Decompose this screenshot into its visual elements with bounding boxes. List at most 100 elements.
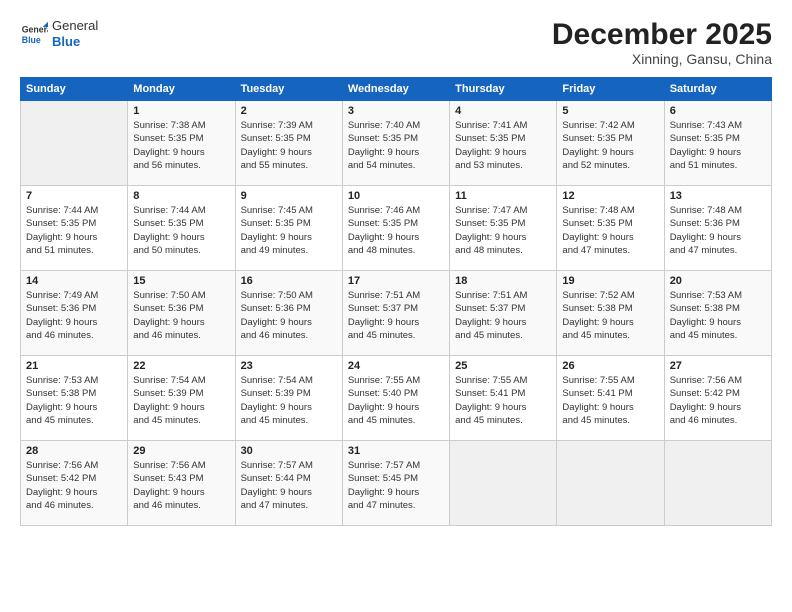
table-row: 13Sunrise: 7:48 AMSunset: 5:36 PMDayligh… [664, 186, 771, 271]
calendar-week-1: 1 Sunrise: 7:38 AMSunset: 5:35 PMDaylight… [21, 101, 772, 186]
calendar-week-3: 14 Sunrise: 7:49 AMSunset: 5:36 PMDayligh… [21, 271, 772, 356]
table-row: 28 Sunrise: 7:56 AMSunset: 5:42 PMDayligh… [21, 441, 128, 526]
table-row: 24 Sunrise: 7:55 AMSunset: 5:40 PMDayligh… [342, 356, 449, 441]
logo-general-text: General [52, 18, 98, 34]
table-row: 15Sunrise: 7:50 AMSunset: 5:36 PMDayligh… [128, 271, 235, 356]
table-row [557, 441, 664, 526]
day-info: Sunrise: 7:54 AMSunset: 5:39 PMDaylight:… [133, 374, 229, 427]
day-number: 26 [562, 360, 658, 372]
table-row [450, 441, 557, 526]
day-number: 22 [133, 360, 229, 372]
day-info: Sunrise: 7:55 AMSunset: 5:40 PMDaylight:… [348, 374, 444, 427]
day-info: Sunrise: 7:47 AMSunset: 5:35 PMDaylight:… [455, 204, 551, 257]
day-number: 12 [562, 190, 658, 202]
day-info: Sunrise: 7:56 AMSunset: 5:43 PMDaylight:… [133, 459, 229, 512]
table-row: 8 Sunrise: 7:44 AMSunset: 5:35 PMDaylight… [128, 186, 235, 271]
table-row: 10 Sunrise: 7:46 AMSunset: 5:35 PMDayligh… [342, 186, 449, 271]
day-info: Sunrise: 7:53 AMSunset: 5:38 PMDaylight:… [26, 374, 122, 427]
day-number: 1 [133, 105, 229, 117]
day-info: Sunrise: 7:51 AMSunset: 5:37 PMDaylight:… [348, 289, 444, 342]
table-row [21, 101, 128, 186]
day-number: 19 [562, 275, 658, 287]
day-number: 14 [26, 275, 122, 287]
table-row: 6 Sunrise: 7:43 AMSunset: 5:35 PMDaylight… [664, 101, 771, 186]
day-number: 11 [455, 190, 551, 202]
day-number: 9 [241, 190, 337, 202]
table-row: 7 Sunrise: 7:44 AMSunset: 5:35 PMDaylight… [21, 186, 128, 271]
day-info: Sunrise: 7:55 AMSunset: 5:41 PMDaylight:… [455, 374, 551, 427]
col-sunday: Sunday [21, 78, 128, 101]
table-row: 26 Sunrise: 7:55 AMSunset: 5:41 PMDayligh… [557, 356, 664, 441]
day-info: Sunrise: 7:48 AMSunset: 5:35 PMDaylight:… [562, 204, 658, 257]
table-row: 3Sunrise: 7:40 AMSunset: 5:35 PMDaylight… [342, 101, 449, 186]
calendar-week-2: 7 Sunrise: 7:44 AMSunset: 5:35 PMDaylight… [21, 186, 772, 271]
col-friday: Friday [557, 78, 664, 101]
day-number: 10 [348, 190, 444, 202]
day-number: 17 [348, 275, 444, 287]
day-info: Sunrise: 7:51 AMSunset: 5:37 PMDaylight:… [455, 289, 551, 342]
table-row: 2 Sunrise: 7:39 AMSunset: 5:35 PMDaylight… [235, 101, 342, 186]
title-block: December 2025 Xinning, Gansu, China [552, 18, 772, 67]
day-info: Sunrise: 7:55 AMSunset: 5:41 PMDaylight:… [562, 374, 658, 427]
table-row [664, 441, 771, 526]
table-row: 18Sunrise: 7:51 AMSunset: 5:37 PMDayligh… [450, 271, 557, 356]
header-row: Sunday Monday Tuesday Wednesday Thursday… [21, 78, 772, 101]
day-number: 6 [670, 105, 766, 117]
day-number: 15 [133, 275, 229, 287]
day-info: Sunrise: 7:40 AMSunset: 5:35 PMDaylight:… [348, 119, 444, 172]
day-info: Sunrise: 7:44 AMSunset: 5:35 PMDaylight:… [133, 204, 229, 257]
calendar-subtitle: Xinning, Gansu, China [552, 51, 772, 67]
table-row: 1 Sunrise: 7:38 AMSunset: 5:35 PMDaylight… [128, 101, 235, 186]
day-info: Sunrise: 7:49 AMSunset: 5:36 PMDaylight:… [26, 289, 122, 342]
logo: General Blue General Blue [20, 18, 98, 49]
day-number: 24 [348, 360, 444, 372]
table-row: 29 Sunrise: 7:56 AMSunset: 5:43 PMDayligh… [128, 441, 235, 526]
day-number: 8 [133, 190, 229, 202]
day-info: Sunrise: 7:53 AMSunset: 5:38 PMDaylight:… [670, 289, 766, 342]
day-info: Sunrise: 7:50 AMSunset: 5:36 PMDaylight:… [241, 289, 337, 342]
table-row: 31Sunrise: 7:57 AMSunset: 5:45 PMDayligh… [342, 441, 449, 526]
day-info: Sunrise: 7:57 AMSunset: 5:45 PMDaylight:… [348, 459, 444, 512]
day-number: 30 [241, 445, 337, 457]
logo-icon: General Blue [20, 20, 48, 48]
day-info: Sunrise: 7:56 AMSunset: 5:42 PMDaylight:… [26, 459, 122, 512]
day-number: 20 [670, 275, 766, 287]
calendar-page: General Blue General Blue December 2025 … [0, 0, 792, 612]
col-monday: Monday [128, 78, 235, 101]
col-wednesday: Wednesday [342, 78, 449, 101]
day-number: 28 [26, 445, 122, 457]
day-info: Sunrise: 7:43 AMSunset: 5:35 PMDaylight:… [670, 119, 766, 172]
day-number: 7 [26, 190, 122, 202]
day-info: Sunrise: 7:57 AMSunset: 5:44 PMDaylight:… [241, 459, 337, 512]
day-info: Sunrise: 7:56 AMSunset: 5:42 PMDaylight:… [670, 374, 766, 427]
day-number: 29 [133, 445, 229, 457]
table-row: 21Sunrise: 7:53 AMSunset: 5:38 PMDayligh… [21, 356, 128, 441]
day-info: Sunrise: 7:39 AMSunset: 5:35 PMDaylight:… [241, 119, 337, 172]
table-row: 14 Sunrise: 7:49 AMSunset: 5:36 PMDayligh… [21, 271, 128, 356]
table-row: 23Sunrise: 7:54 AMSunset: 5:39 PMDayligh… [235, 356, 342, 441]
svg-text:Blue: Blue [22, 34, 41, 44]
day-info: Sunrise: 7:38 AMSunset: 5:35 PMDaylight:… [133, 119, 229, 172]
calendar-table: Sunday Monday Tuesday Wednesday Thursday… [20, 77, 772, 526]
col-thursday: Thursday [450, 78, 557, 101]
day-number: 2 [241, 105, 337, 117]
day-info: Sunrise: 7:54 AMSunset: 5:39 PMDaylight:… [241, 374, 337, 427]
table-row: 16 Sunrise: 7:50 AMSunset: 5:36 PMDayligh… [235, 271, 342, 356]
table-row: 12 Sunrise: 7:48 AMSunset: 5:35 PMDayligh… [557, 186, 664, 271]
day-info: Sunrise: 7:44 AMSunset: 5:35 PMDaylight:… [26, 204, 122, 257]
col-tuesday: Tuesday [235, 78, 342, 101]
day-number: 27 [670, 360, 766, 372]
calendar-title: December 2025 [552, 18, 772, 51]
table-row: 4Sunrise: 7:41 AMSunset: 5:35 PMDaylight… [450, 101, 557, 186]
day-info: Sunrise: 7:42 AMSunset: 5:35 PMDaylight:… [562, 119, 658, 172]
day-number: 13 [670, 190, 766, 202]
day-info: Sunrise: 7:45 AMSunset: 5:35 PMDaylight:… [241, 204, 337, 257]
day-number: 25 [455, 360, 551, 372]
table-row: 9 Sunrise: 7:45 AMSunset: 5:35 PMDaylight… [235, 186, 342, 271]
calendar-week-4: 21Sunrise: 7:53 AMSunset: 5:38 PMDayligh… [21, 356, 772, 441]
table-row: 5Sunrise: 7:42 AMSunset: 5:35 PMDaylight… [557, 101, 664, 186]
table-row: 25 Sunrise: 7:55 AMSunset: 5:41 PMDayligh… [450, 356, 557, 441]
day-info: Sunrise: 7:46 AMSunset: 5:35 PMDaylight:… [348, 204, 444, 257]
day-number: 16 [241, 275, 337, 287]
day-number: 4 [455, 105, 551, 117]
